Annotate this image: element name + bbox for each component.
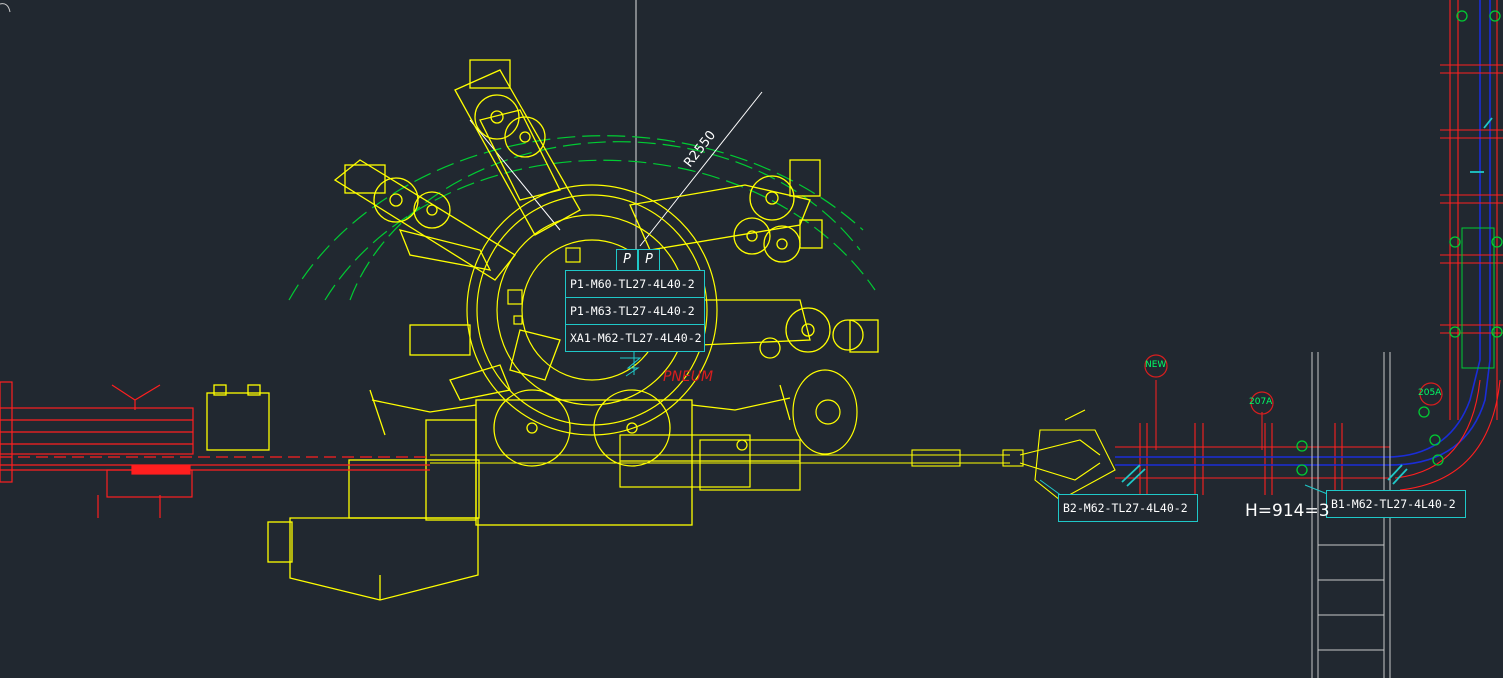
bubble-205a-label: 205A [1418,388,1442,398]
outfeed-starwheel [792,369,858,455]
tag-p1-m63[interactable]: P1-M63-TL27-4L40-2 [565,297,705,325]
cad-drawing-canvas[interactable]: R2550 [0,0,1503,678]
tag-bubbles [1144,354,1443,415]
label-station-right [699,299,879,359]
tag-p1-m60[interactable]: P1-M60-TL27-4L40-2 [565,270,705,298]
bubble-new-label: NEW [1145,360,1167,370]
left-unit [206,384,270,451]
tag-leaders [620,352,1331,497]
machine-base-frame [267,384,791,601]
corner-mark [0,3,11,13]
dimension-label: H=914=3 [1245,501,1330,521]
p-marker-2[interactable]: P [638,249,660,271]
tag-b1-m62[interactable]: B1-M62-TL27-4L40-2 [1326,490,1466,518]
label-station-upper-right [629,159,823,263]
cyan-sensor-bottles [1121,117,1493,487]
label-station-upper-left [454,59,581,236]
radius-dimension-left [469,119,561,231]
tag-b2-m62[interactable]: B2-M62-TL27-4L40-2 [1058,494,1198,522]
radius-dimension [639,91,763,247]
p-marker-1[interactable]: P [616,249,638,271]
tag-xa1-m62[interactable]: XA1-M62-TL27-4L40-2 [565,324,705,352]
label-station-lower-left [409,324,561,401]
bubble-207a-label: 207A [1249,397,1273,407]
sensors-green [1296,10,1503,476]
pneumatic-label: PNEUM [663,369,714,385]
radius-label: R2550 [681,128,719,170]
